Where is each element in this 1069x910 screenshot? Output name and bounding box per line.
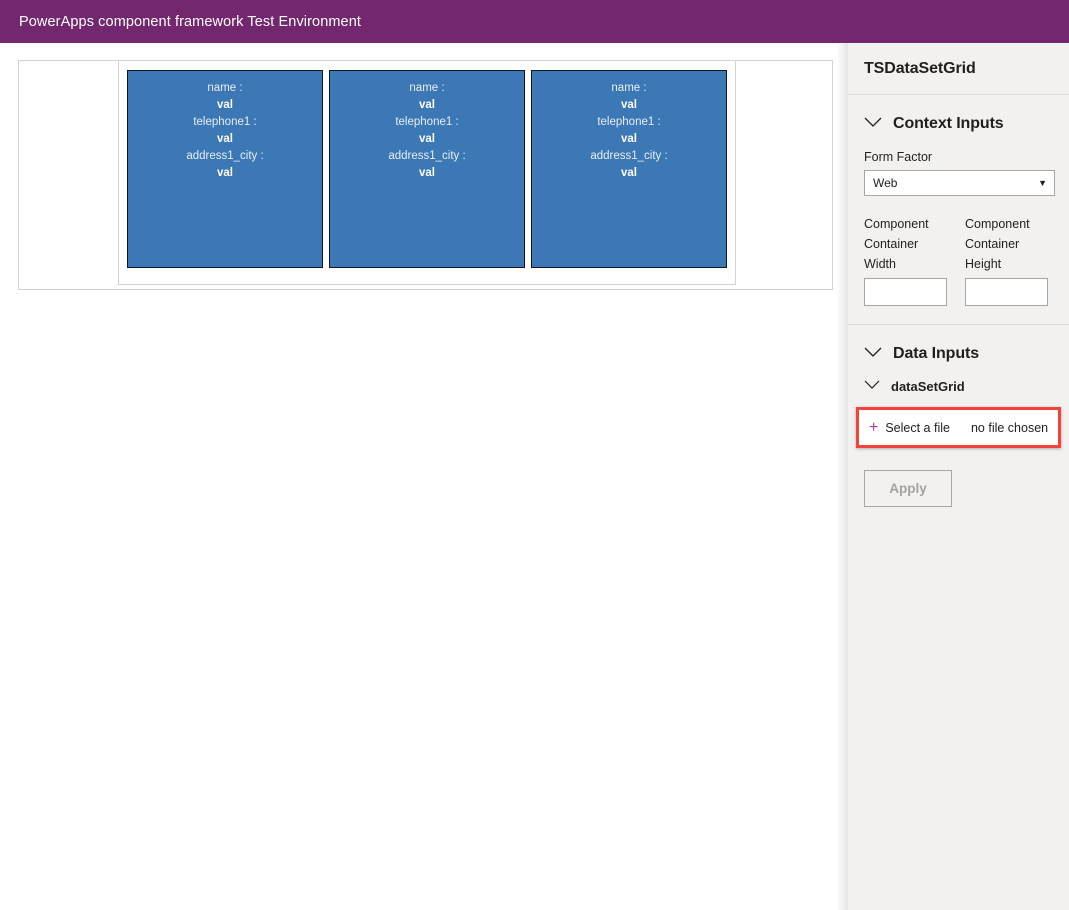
container-dimensions-row: Component Container Width Component Cont… — [864, 214, 1053, 306]
container-height-label-line2: Container — [965, 234, 1048, 254]
form-factor-label: Form Factor — [864, 147, 1053, 167]
context-inputs-header[interactable]: Context Inputs — [864, 101, 1053, 147]
container-width-label-line3: Width — [864, 254, 947, 274]
card-field-value: val — [217, 131, 233, 148]
card-field-label: name : — [207, 80, 242, 97]
component-outer-container: name : val telephone1 : val address1_cit… — [18, 60, 833, 290]
form-factor-select[interactable]: Web — [864, 170, 1055, 196]
data-inputs-title: Data Inputs — [893, 345, 979, 363]
context-inputs-title: Context Inputs — [893, 115, 1004, 133]
plus-icon: + — [869, 420, 878, 436]
card-field-label: telephone1 : — [597, 114, 660, 131]
card-field-value: val — [621, 131, 637, 148]
dataset-card-strip: name : val telephone1 : val address1_cit… — [127, 70, 727, 268]
container-height-group: Component Container Height — [965, 214, 1048, 306]
container-height-label-line3: Height — [965, 254, 1048, 274]
card-field-value: val — [419, 97, 435, 114]
card-field-label: address1_city : — [590, 148, 667, 165]
dataset-grid-header[interactable]: dataSetGrid — [864, 373, 1053, 399]
chevron-down-icon — [864, 345, 882, 363]
panel-header: TSDataSetGrid — [848, 43, 1069, 95]
data-inputs-section: Data Inputs dataSetGrid + Select a file … — [848, 331, 1069, 507]
app-header: PowerApps component framework Test Envir… — [0, 0, 1069, 43]
card-field-value: val — [621, 97, 637, 114]
card-field-label: name : — [409, 80, 444, 97]
container-width-input[interactable] — [864, 278, 947, 306]
card-field-label: telephone1 : — [193, 114, 256, 131]
select-file-button[interactable]: + Select a file — [859, 420, 950, 436]
card-field-label: address1_city : — [186, 148, 263, 165]
dataset-grid-label: dataSetGrid — [891, 379, 965, 394]
apply-button[interactable]: Apply — [864, 470, 952, 507]
file-status-text: no file chosen — [971, 421, 1048, 435]
component-canvas: name : val telephone1 : val address1_cit… — [0, 43, 848, 910]
card-field-label: address1_city : — [388, 148, 465, 165]
card-field-value: val — [217, 165, 233, 182]
card-field-value: val — [217, 97, 233, 114]
panel-title: TSDataSetGrid — [848, 60, 976, 78]
select-file-highlight: + Select a file no file chosen — [856, 407, 1061, 448]
card-field-value: val — [419, 165, 435, 182]
context-inputs-section: Context Inputs Form Factor Web ▼ Compone… — [848, 101, 1069, 325]
dataset-record-card[interactable]: name : val telephone1 : val address1_cit… — [329, 70, 525, 268]
card-field-label: telephone1 : — [395, 114, 458, 131]
component-inner-container: name : val telephone1 : val address1_cit… — [118, 60, 736, 285]
card-field-value: val — [419, 131, 435, 148]
container-width-group: Component Container Width — [864, 214, 947, 306]
dataset-record-card[interactable]: name : val telephone1 : val address1_cit… — [127, 70, 323, 268]
properties-panel: TSDataSetGrid Context Inputs Form Factor… — [848, 43, 1069, 910]
form-factor-select-wrap: Web ▼ — [864, 170, 1055, 196]
data-inputs-header[interactable]: Data Inputs — [864, 331, 1053, 377]
container-height-label-line1: Component — [965, 214, 1048, 234]
container-height-input[interactable] — [965, 278, 1048, 306]
select-file-label: Select a file — [885, 421, 950, 435]
chevron-down-icon — [864, 377, 880, 395]
chevron-down-icon — [864, 115, 882, 133]
container-width-label-line2: Container — [864, 234, 947, 254]
card-field-value: val — [621, 165, 637, 182]
app-title: PowerApps component framework Test Envir… — [0, 14, 361, 30]
card-field-label: name : — [611, 80, 646, 97]
container-width-label-line1: Component — [864, 214, 947, 234]
dataset-record-card[interactable]: name : val telephone1 : val address1_cit… — [531, 70, 727, 268]
